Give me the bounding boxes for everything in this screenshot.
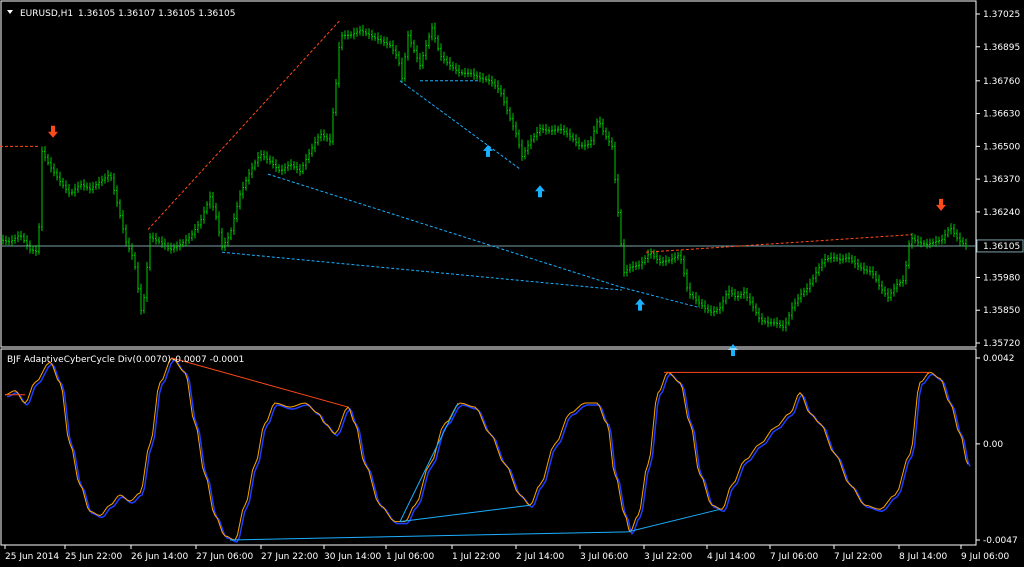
indicator-values-label: -0.0007 -0.0001 (172, 355, 244, 365)
time-tick-label: 7 Jul 22:00 (834, 552, 883, 562)
time-tick-label: 4 Jul 14:00 (707, 552, 756, 562)
time-tick-label: 1 Jul 06:00 (386, 552, 435, 562)
price-tick-label: 1.35980 (983, 273, 1020, 283)
time-tick-label: 25 Jun 2014 (5, 552, 59, 562)
chart-window: 1.37025 1.36895 1.36760 1.36630 1.36500 1.363… (0, 0, 1024, 567)
time-tick-label: 27 Jun 06:00 (196, 552, 253, 562)
indicator-header: BJF AdaptiveCyberCycle Div(0.0070) -0.00… (7, 355, 244, 365)
symbol-label: EURUSD,H1 (20, 9, 73, 19)
time-tick-label: 3 Jul 22:00 (644, 552, 693, 562)
chart-background (0, 0, 1024, 567)
time-tick-label: 3 Jul 06:00 (580, 552, 629, 562)
time-tick-label: 27 Jun 22:00 (261, 552, 318, 562)
price-tick-label: 1.36630 (983, 110, 1020, 120)
price-tick-label: 1.36240 (983, 208, 1020, 218)
indicator-name-label: BJF AdaptiveCyberCycle Div(0.0070) (7, 355, 171, 365)
price-tick-label: 1.36370 (983, 175, 1020, 185)
indicator-tick-label: -0.0047 (983, 536, 1018, 546)
price-tick-label: 1.36895 (983, 43, 1020, 53)
price-header: EURUSD,H1 1.36105 1.36107 1.36105 1.3610… (7, 9, 235, 19)
time-tick-label: 8 Jul 14:00 (899, 552, 948, 562)
time-tick-label: 2 Jul 14:00 (516, 552, 565, 562)
price-tick-label: 1.37025 (983, 10, 1020, 20)
time-tick-label: 25 Jun 22:00 (65, 552, 122, 562)
indicator-tick-label: 0.0042 (983, 354, 1015, 364)
time-tick-label: 30 Jun 14:00 (324, 552, 381, 562)
time-tick-label: 7 Jul 06:00 (770, 552, 819, 562)
price-tick-label: 1.35720 (983, 339, 1020, 349)
price-tick-label: 1.35850 (983, 306, 1020, 316)
time-tick-label: 1 Jul 22:00 (452, 552, 501, 562)
time-tick-label: 9 Jul 06:00 (961, 552, 1010, 562)
time-tick-label: 26 Jun 14:00 (131, 552, 188, 562)
ohlc-label: 1.36105 1.36107 1.36105 1.36105 (78, 9, 235, 19)
price-tick-label: 1.36105 (983, 242, 1020, 252)
indicator-tick-label: 0.00 (983, 440, 1003, 450)
price-tick-label: 1.36500 (983, 142, 1020, 152)
price-tick-label: 1.36760 (983, 77, 1020, 87)
